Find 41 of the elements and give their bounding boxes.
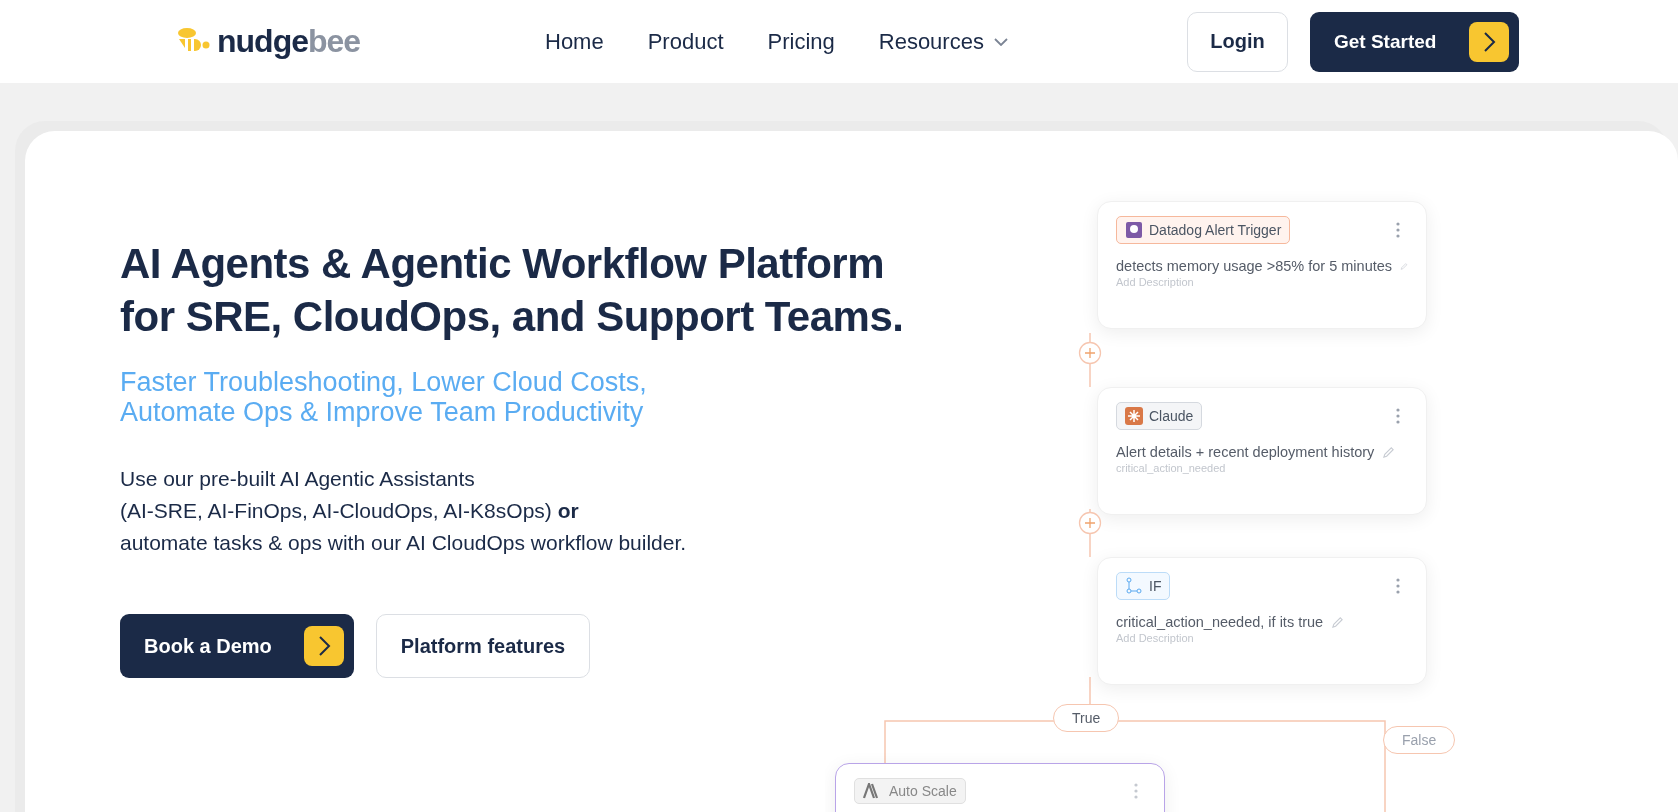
get-started-button[interactable]: Get Started xyxy=(1310,11,1519,72)
workflow-node[interactable]: Claude Alert details + recent deployment history critical_action_needed xyxy=(1097,387,1427,515)
branch-icon xyxy=(1125,577,1143,595)
nav-link[interactable]: Resources xyxy=(878,28,1008,55)
hero-subtitle: Faster Troubleshooting, Lower Cloud Costs, Automate Ops & Improve Team Productivity xyxy=(120,367,647,427)
nav-link[interactable]: Home xyxy=(545,28,604,55)
chevron-down-icon xyxy=(993,37,1008,46)
login-button[interactable]: Login xyxy=(1187,11,1288,72)
nav-link[interactable]: Product xyxy=(647,28,724,55)
node-tag: Auto Scale xyxy=(854,778,966,804)
more-options-icon[interactable] xyxy=(1134,783,1138,799)
node-description: Add Description xyxy=(1116,632,1195,644)
logo-wordmark[interactable]: nudgebee xyxy=(217,23,361,60)
node-tag: IF xyxy=(1116,572,1171,600)
book-demo-button[interactable]: Book a Demo xyxy=(120,614,354,678)
node-title: detects memory usage >85% for 5 minutes xyxy=(1116,258,1393,274)
node-tag: Claude xyxy=(1116,402,1203,430)
pencil-icon[interactable] xyxy=(1331,615,1345,629)
add-step-icon[interactable] xyxy=(1078,341,1102,365)
node-tag: Datadog Alert Trigger xyxy=(1116,216,1291,244)
starburst-icon xyxy=(1125,407,1143,425)
platform-features-button[interactable]: Platform features xyxy=(376,614,590,678)
more-options-icon[interactable] xyxy=(1396,578,1400,594)
add-step-icon[interactable] xyxy=(1078,511,1102,535)
branch-label: False xyxy=(1383,726,1456,754)
dog-logo-icon xyxy=(1125,221,1143,239)
branch-label: True xyxy=(1053,704,1120,732)
node-title: Alert details + recent deployment history xyxy=(1116,444,1375,460)
more-options-icon[interactable] xyxy=(1396,408,1400,424)
chevron-right-icon xyxy=(1469,21,1509,62)
node-description: critical_action_needed xyxy=(1116,462,1227,474)
chevron-right-icon xyxy=(304,626,344,666)
nav-link[interactable]: Pricing xyxy=(767,28,835,55)
hero-heading: AI Agents & Agentic Workflow Platform for SRE, CloudOps, and Support Teams. xyxy=(120,239,904,342)
hero-description: Use our pre-built AI Agentic Assistants (AI-SRE, AI-FinOps, AI-CloudOps, AI-K8sOps) or automate tasks & ops with our AI CloudOps workflow builder. xyxy=(120,466,687,556)
more-options-icon[interactable] xyxy=(1396,222,1400,238)
workflow-node[interactable]: IF critical_action_needed, if its true Add Description xyxy=(1097,557,1427,685)
pencil-icon[interactable] xyxy=(1382,445,1396,459)
node-title: critical_action_needed, if its true xyxy=(1116,614,1324,630)
workflow-node[interactable]: Datadog Alert Trigger detects memory usage >85% for 5 minutes Add Description xyxy=(1097,201,1427,329)
node-description: Add Description xyxy=(1116,276,1195,288)
